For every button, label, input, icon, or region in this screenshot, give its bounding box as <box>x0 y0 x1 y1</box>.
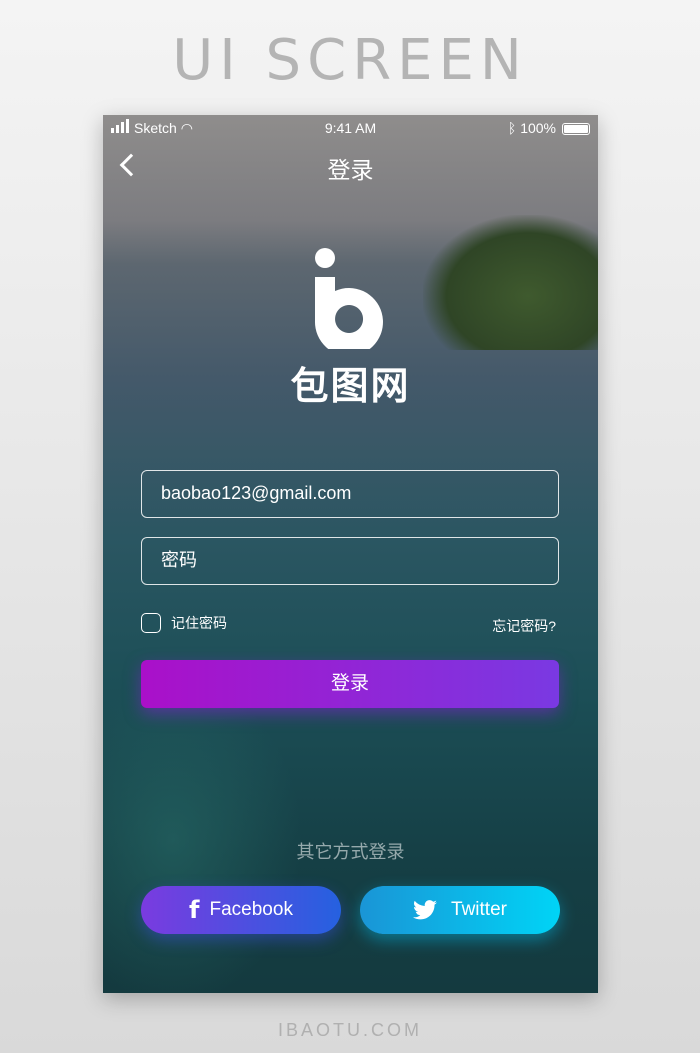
password-field[interactable]: 密码 <box>141 537 559 585</box>
remember-checkbox[interactable]: 记住密码 <box>141 613 227 633</box>
facebook-button[interactable]: f Facebook <box>141 886 341 934</box>
twitter-button[interactable]: Twitter <box>360 886 560 934</box>
forgot-password-link[interactable]: 忘记密码? <box>492 616 556 636</box>
nav-title: 登录 <box>327 157 374 183</box>
page-header: UI SCREEN <box>172 28 528 93</box>
page-footer: IBAOTU.COM <box>277 1020 422 1040</box>
remember-label: 记住密码 <box>171 615 227 631</box>
status-time: 9:41 AM <box>324 120 377 136</box>
background-island <box>423 215 598 350</box>
status-bar: Sketch ◠ 9:41 AM ᛒ 100% <box>111 119 590 136</box>
background-reef <box>103 675 303 993</box>
facebook-icon: f <box>189 896 200 924</box>
login-button[interactable]: 登录 <box>141 660 559 708</box>
twitter-label: Twitter <box>451 899 507 920</box>
phone-screen: Sketch ◠ 9:41 AM ᛒ 100% 登录 包图网 baobao123… <box>103 115 598 993</box>
facebook-label: Facebook <box>209 899 293 920</box>
email-field[interactable]: baobao123@gmail.com <box>141 470 559 518</box>
other-login-heading: 其它方式登录 <box>296 842 405 862</box>
checkbox-icon[interactable] <box>141 613 161 633</box>
brand-logo <box>314 248 383 349</box>
brand-name: 包图网 <box>290 366 411 408</box>
twitter-icon <box>413 900 438 920</box>
